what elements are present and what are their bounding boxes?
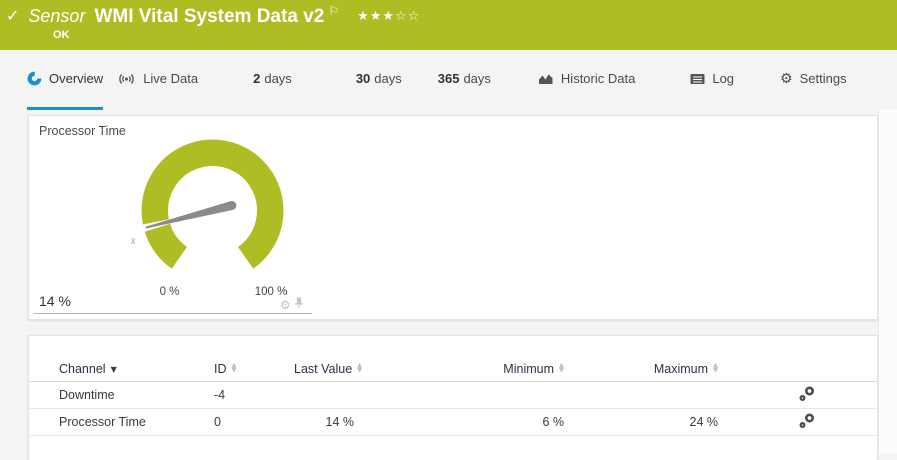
column-header-minimum[interactable]: Minimum ▲ ▼ bbox=[379, 362, 569, 376]
processor-time-gauge: x̄ bbox=[131, 139, 284, 269]
column-label: ID bbox=[214, 361, 227, 376]
sort-both-icon: ▲ ▼ bbox=[713, 361, 718, 375]
tab-log[interactable]: Log bbox=[690, 50, 734, 110]
tab-2-days[interactable]: 2 days bbox=[253, 50, 292, 110]
log-icon bbox=[690, 73, 705, 85]
channel-table: Channel ▼ ID ▲ ▼ Last Value ▲ ▼ Minimum ▲ ▼ Max… bbox=[29, 356, 879, 436]
tab-365-days[interactable]: 365 days bbox=[438, 50, 491, 110]
gauge-average-marker: x̄ bbox=[131, 236, 136, 246]
tab-bar: Overview Live Data 2 days 30 days 365 da… bbox=[0, 50, 897, 110]
priority-stars[interactable]: ★★★☆☆ bbox=[357, 9, 420, 24]
column-label: Channel bbox=[59, 361, 106, 376]
channel-maximum: 24 % bbox=[689, 415, 719, 429]
column-header-last-value[interactable]: Last Value ▲ ▼ bbox=[294, 362, 379, 376]
column-label: Maximum bbox=[653, 361, 708, 376]
tab-number: 2 bbox=[253, 71, 261, 86]
column-label: Last Value bbox=[294, 361, 353, 376]
tab-label: Historic Data bbox=[560, 71, 636, 86]
channel-name: Downtime bbox=[59, 388, 115, 402]
tab-label: days bbox=[264, 71, 292, 86]
gauge-value-label: 14 % bbox=[39, 293, 71, 309]
column-header-id[interactable]: ID ▲ ▼ bbox=[214, 362, 294, 376]
tab-number: 30 bbox=[355, 71, 371, 86]
status-badge: OK bbox=[53, 29, 70, 41]
channel-last-value: 14 % bbox=[325, 415, 355, 429]
sort-both-icon: ▲ ▼ bbox=[559, 361, 564, 375]
pin-icon[interactable] bbox=[294, 296, 304, 314]
gear-icon: ⚙ bbox=[780, 70, 793, 87]
channel-settings-icon[interactable] bbox=[798, 385, 816, 406]
gear-icon[interactable]: ⚙ bbox=[280, 298, 291, 312]
sensor-header: ✓ Sensor WMI Vital System Data v2 ⚐ ★★★☆… bbox=[0, 0, 897, 50]
table-bottom-line bbox=[29, 435, 879, 436]
tab-label: days bbox=[463, 71, 491, 86]
tab-historic-data[interactable]: Historic Data bbox=[538, 50, 635, 110]
sort-both-icon: ▲ ▼ bbox=[231, 361, 237, 375]
tab-30-days[interactable]: 30 days bbox=[356, 50, 402, 110]
tab-live-data[interactable]: Live Data bbox=[117, 50, 198, 110]
sensor-title: WMI Vital System Data v2 bbox=[94, 6, 325, 27]
object-kind-label: Sensor bbox=[28, 6, 86, 26]
tab-label: days bbox=[374, 71, 402, 86]
channel-id: -4 bbox=[214, 388, 226, 402]
gauge-icon bbox=[27, 71, 42, 86]
tab-label: Log bbox=[712, 71, 735, 86]
tab-number: 365 bbox=[437, 71, 460, 86]
overview-gauge-panel: Processor Time x̄ 0 % 100 % 14 % ⚙ bbox=[28, 115, 878, 320]
column-label: Minimum bbox=[503, 361, 554, 376]
channel-table-panel: Channel ▼ ID ▲ ▼ Last Value ▲ ▼ Minimum ▲ ▼ Max… bbox=[28, 335, 879, 460]
column-header-channel[interactable]: Channel ▼ bbox=[59, 362, 214, 376]
channel-id: 0 bbox=[214, 415, 221, 429]
column-header-maximum[interactable]: Maximum ▲ ▼ bbox=[569, 362, 719, 376]
sort-desc-icon: ▼ bbox=[110, 364, 117, 374]
gauge-separator bbox=[34, 313, 312, 314]
gauge-arc-low bbox=[144, 223, 188, 269]
table-row[interactable]: Downtime -4 bbox=[29, 381, 879, 408]
status-check-icon: ✓ bbox=[6, 6, 20, 25]
channel-settings-icon[interactable] bbox=[798, 412, 816, 433]
broadcast-icon bbox=[117, 72, 136, 86]
tab-label: Live Data bbox=[143, 71, 199, 86]
channel-name: Processor Time bbox=[59, 415, 146, 429]
tab-label: Overview bbox=[49, 71, 104, 86]
channel-minimum: 6 % bbox=[542, 415, 564, 429]
tab-overview[interactable]: Overview bbox=[27, 50, 104, 110]
tab-label: Settings bbox=[799, 71, 847, 86]
sort-both-icon: ▲ ▼ bbox=[357, 361, 363, 375]
flag-icon[interactable]: ⚐ bbox=[328, 4, 339, 18]
gauge-toolbar: ⚙ bbox=[280, 296, 304, 314]
table-row[interactable]: Processor Time 0 14 % 6 % 24 % bbox=[29, 408, 879, 435]
channel-table-header: Channel ▼ ID ▲ ▼ Last Value ▲ ▼ Minimum ▲ ▼ Max… bbox=[29, 356, 879, 381]
scrollbar-track[interactable] bbox=[878, 110, 897, 454]
area-chart-icon bbox=[538, 72, 554, 85]
gauge-min-label: 0 % bbox=[159, 286, 180, 298]
tab-settings[interactable]: ⚙ Settings bbox=[780, 50, 847, 110]
